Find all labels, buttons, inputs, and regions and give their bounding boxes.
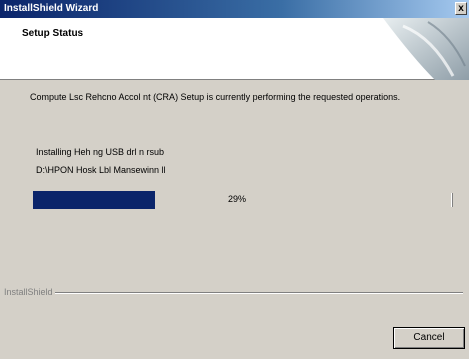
progress-fill <box>33 191 155 209</box>
window-title: InstallShield Wizard <box>4 3 99 14</box>
setup-description: Compute Lsc Rehcno Accol nt (CRA) Setup … <box>30 92 401 102</box>
title-bar[interactable]: InstallShield Wizard x <box>0 0 469 18</box>
wizard-header: Setup Status <box>0 18 469 80</box>
brand-separator: InstallShield <box>0 287 469 297</box>
status-action-text: Installing Heh ng USB drl n rsub <box>36 147 165 157</box>
installshield-window: InstallShield Wizard x Setup Status Comp… <box>0 0 469 359</box>
progress-percent: 29% <box>228 194 247 204</box>
page-title: Setup Status <box>22 28 84 39</box>
header-graphic-icon <box>383 18 469 80</box>
status-path-text: D:\HPON Hosk Lbl Mansewinn ll <box>36 165 166 175</box>
installshield-brand: InstallShield <box>4 287 55 297</box>
progress-end-mark <box>451 193 453 207</box>
cancel-button[interactable]: Cancel <box>393 327 465 349</box>
close-button[interactable]: x <box>455 2 467 15</box>
separator-line <box>50 292 463 294</box>
progress-bar: 29% <box>33 191 453 209</box>
